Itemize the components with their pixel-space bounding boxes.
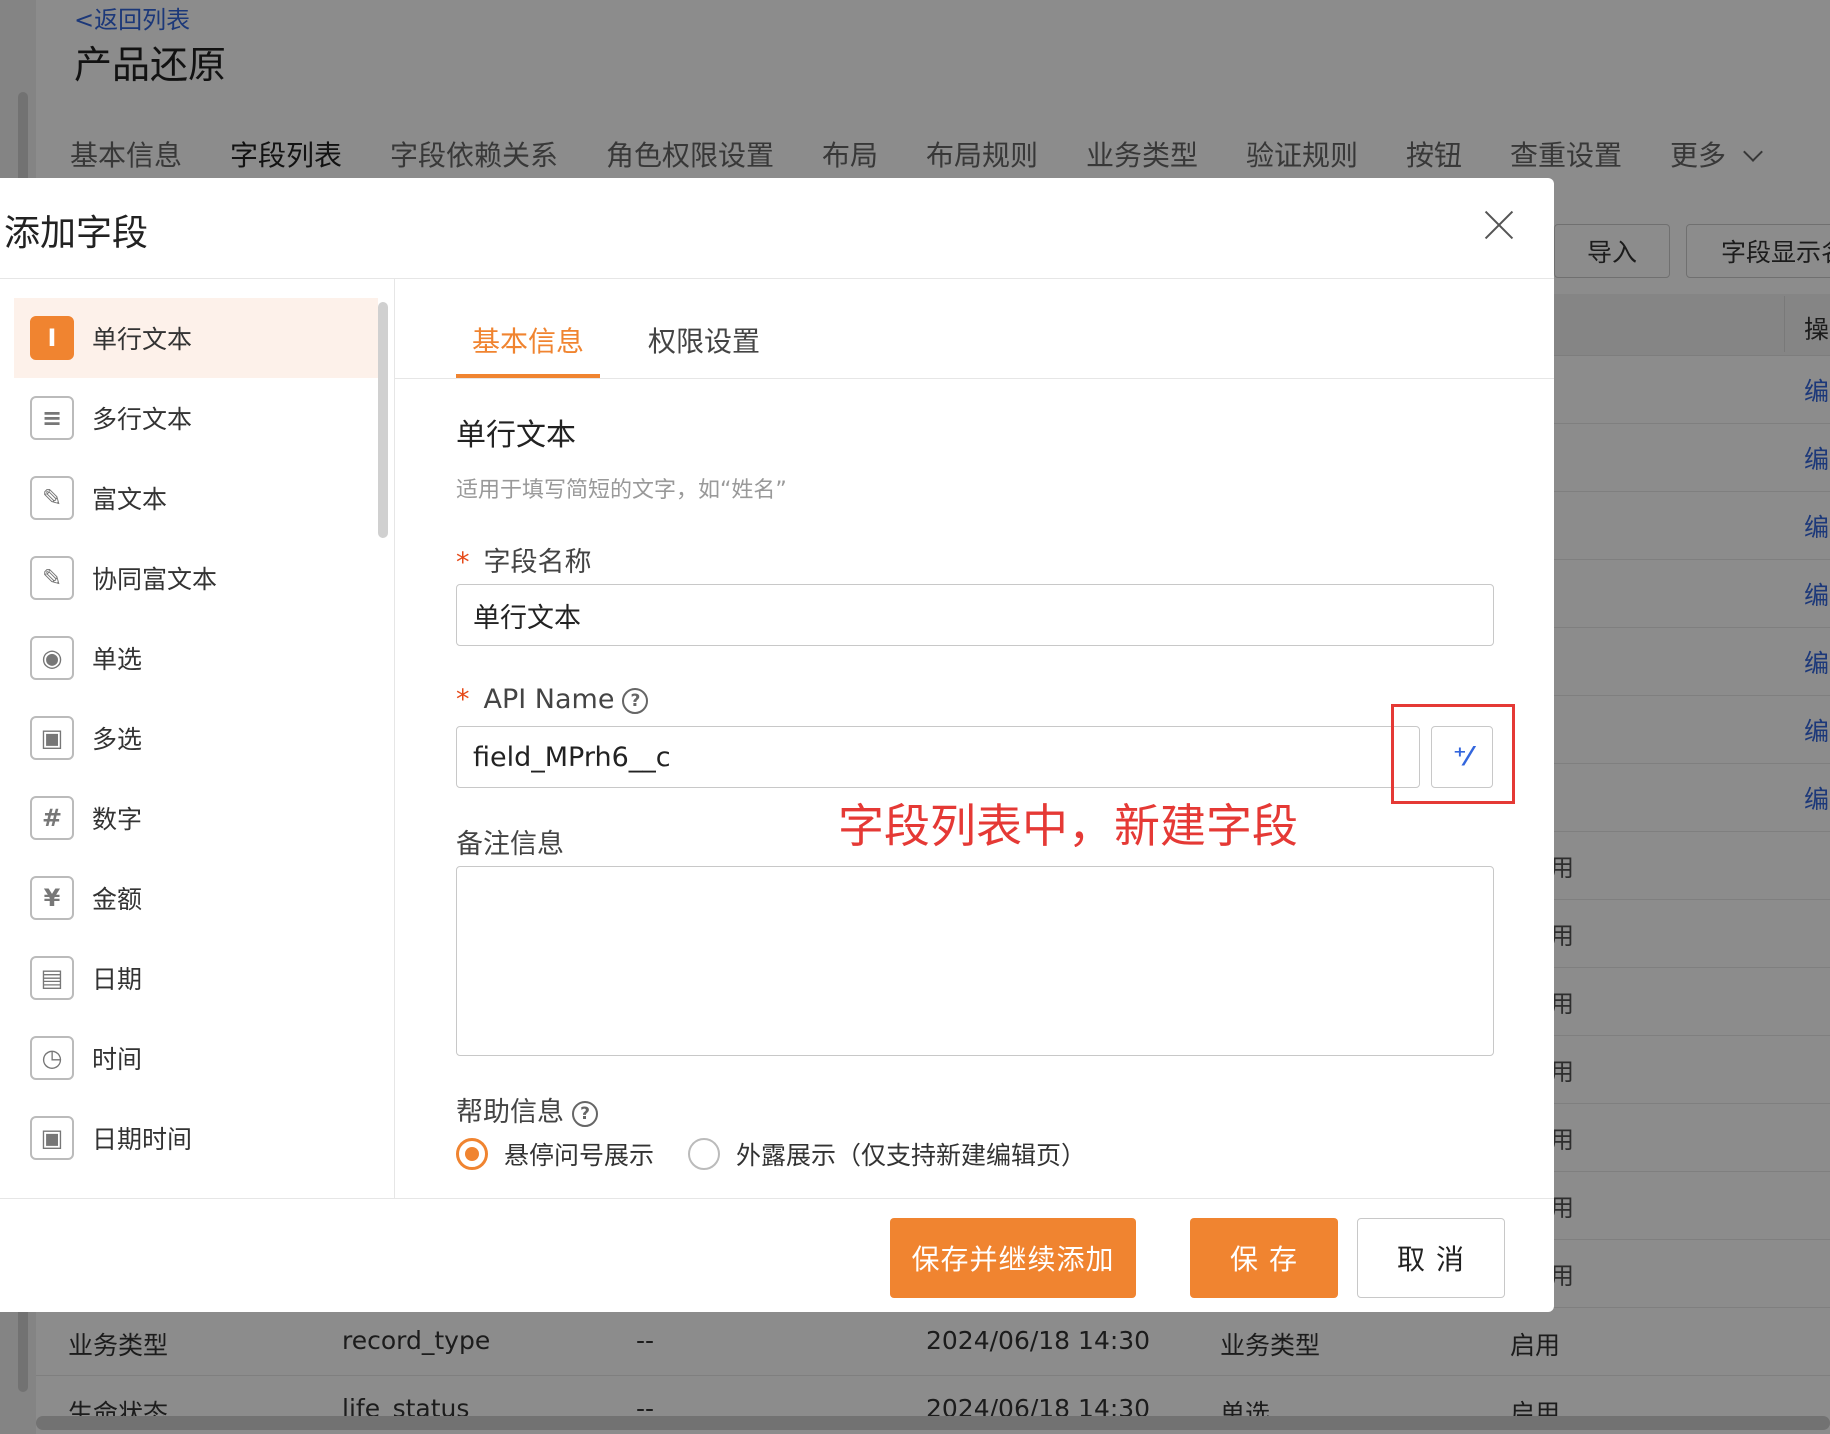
field-type-label: 单行文本 [92,325,193,354]
help-display-options: 悬停问号展示 外露展示（仅支持新建编辑页） [456,1136,1086,1172]
field-type-single-line-text[interactable]: I 单行文本 [14,298,378,378]
field-type-scrollbar[interactable] [378,302,388,538]
field-type-currency[interactable]: ¥ 金额 [14,858,378,938]
field-type-label: 富文本 [92,485,168,514]
dialog-title: 添加字段 [4,213,149,254]
field-type-collab-rich-text[interactable]: ✎ 协同富文本 [14,538,378,618]
field-type-number[interactable]: # 数字 [14,778,378,858]
field-type-single-select[interactable]: ◉ 单选 [14,618,378,698]
help-info-label-text: 帮助信息 [456,1097,564,1128]
field-type-label: 日期 [92,965,143,994]
checkbox-icon: ▣ [30,716,74,760]
help-circle-icon[interactable]: ? [622,688,649,714]
time-icon: ◷ [30,1036,74,1080]
required-mark: * [456,684,470,715]
remark-label: 备注信息 [456,829,564,860]
datetime-icon: ▣ [30,1116,74,1160]
remark-textarea[interactable] [456,866,1494,1056]
radio-label: 悬停问号展示 [504,1141,655,1170]
api-name-label-text: API Name [483,684,615,715]
api-name-input[interactable] [456,726,1420,788]
field-name-input[interactable] [456,584,1494,646]
date-icon: ▤ [30,956,74,1000]
section-description: 适用于填写简短的文字，如“姓名” [456,478,787,503]
field-type-label: 时间 [92,1045,143,1074]
radio-expose-display[interactable] [688,1138,721,1170]
help-circle-icon[interactable]: ? [572,1101,598,1127]
text-icon: I [30,316,74,360]
help-info-label: 帮助信息? [456,1090,598,1129]
radio-hover-display[interactable] [456,1138,488,1170]
annotation-highlight-box [1391,704,1515,804]
cancel-button[interactable]: 取 消 [1357,1218,1505,1298]
field-type-datetime[interactable]: ▣ 日期时间 [14,1098,378,1178]
divider [0,278,1554,279]
tab-permission-settings[interactable]: 权限设置 [648,320,760,360]
field-type-multi-line-text[interactable]: ≡ 多行文本 [14,378,378,458]
field-type-label: 日期时间 [92,1125,193,1154]
tab-basic-info[interactable]: 基本信息 [472,320,584,360]
field-name-label-text: 字段名称 [483,547,592,578]
collab-rich-text-icon: ✎ [30,556,74,600]
save-and-continue-button[interactable]: 保存并继续添加 [890,1218,1136,1298]
divider [394,278,395,1198]
field-type-label: 多行文本 [92,405,193,434]
annotation-text: 字段列表中，新建字段 [838,799,1298,853]
currency-icon: ¥ [30,876,74,920]
section-title: 单行文本 [456,418,576,453]
field-type-label: 数字 [92,805,143,834]
radio-icon: ◉ [30,636,74,680]
close-icon[interactable] [1478,204,1520,246]
field-type-label: 协同富文本 [92,565,218,594]
divider [0,1198,1554,1199]
field-type-label: 单选 [92,645,143,674]
required-mark: * [456,547,470,578]
field-type-rich-text[interactable]: ✎ 富文本 [14,458,378,538]
add-field-dialog: 添加字段 I 单行文本 ≡ 多行文本 ✎ 富文本 ✎ 协同富文本 ◉ 单选 ▣ … [0,178,1554,1312]
rich-text-icon: ✎ [30,476,74,520]
number-icon: # [30,796,74,840]
field-type-label: 多选 [92,725,143,754]
save-button[interactable]: 保 存 [1190,1218,1338,1298]
field-type-multi-select[interactable]: ▣ 多选 [14,698,378,778]
multiline-icon: ≡ [30,396,74,440]
api-name-label: * API Name? [456,684,649,715]
field-type-label: 金额 [92,885,143,914]
field-type-time[interactable]: ◷ 时间 [14,1018,378,1098]
field-type-date[interactable]: ▤ 日期 [14,938,378,1018]
active-tab-indicator [456,374,600,378]
tabs-underline [395,378,1554,379]
field-name-label: * 字段名称 [456,540,592,579]
radio-label: 外露展示（仅支持新建编辑页） [736,1141,1087,1170]
